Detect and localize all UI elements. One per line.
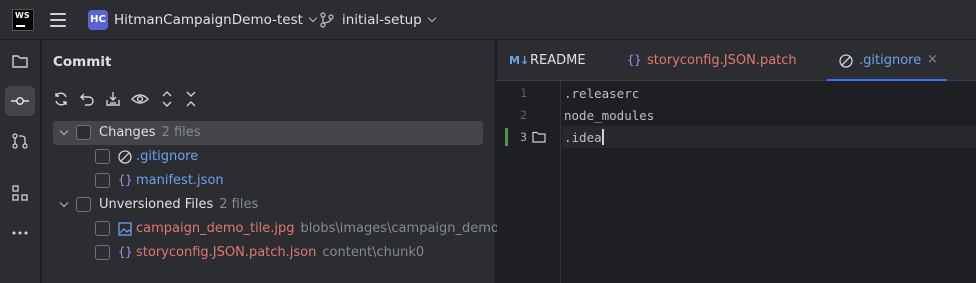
- project-name: HitmanCampaignDemo-test: [114, 12, 303, 28]
- line-number: 1: [520, 86, 527, 100]
- file-name: .gitignore: [136, 149, 199, 164]
- rollback-icon[interactable]: [79, 91, 95, 107]
- ignore-file-icon: [839, 54, 853, 68]
- eye-icon[interactable]: [131, 91, 149, 107]
- current-line-highlight: [562, 126, 976, 148]
- project-selector[interactable]: HitmanCampaignDemo-test: [114, 12, 318, 28]
- file-name: manifest.json: [136, 173, 224, 188]
- tab-storyconfig[interactable]: {} storyconfig.JSON.patch: [615, 40, 815, 81]
- file-path: blobs\images\campaign_demo: [300, 221, 499, 236]
- file-checkbox[interactable]: [95, 245, 110, 260]
- folder-icon: [12, 55, 28, 68]
- commit-panel: Commit Changes 2 files .gitignore {} man…: [42, 40, 499, 283]
- group-label: Unversioned Files: [99, 197, 214, 212]
- file-path: content\chunk0: [322, 245, 425, 260]
- file-row[interactable]: {} storyconfig.JSON.patch.json content\ch…: [53, 241, 525, 265]
- editor-tab-bar: M↓ README {} storyconfig.JSON.patch .git…: [497, 40, 976, 81]
- panel-title: Commit: [53, 54, 112, 70]
- refresh-icon[interactable]: [53, 91, 69, 107]
- line-number: 3: [520, 130, 527, 144]
- pull-requests-tool-button[interactable]: [5, 126, 35, 156]
- structure-tool-button[interactable]: [5, 178, 35, 208]
- file-count: 2 files: [161, 125, 201, 140]
- file-checkbox[interactable]: [95, 173, 110, 188]
- main-menu-button[interactable]: [50, 13, 66, 27]
- commit-tool-button[interactable]: [5, 86, 35, 116]
- collapse-all-icon[interactable]: [183, 91, 199, 107]
- shelve-icon[interactable]: [105, 91, 121, 107]
- json-icon: {}: [118, 245, 133, 259]
- branch-name: initial-setup: [342, 12, 422, 28]
- unversioned-checkbox[interactable]: [76, 197, 91, 212]
- code-line: .releaserc: [564, 86, 640, 101]
- image-icon: [118, 222, 132, 236]
- commit-icon: [11, 97, 29, 105]
- title-bar: WS HC HitmanCampaignDemo-test initial-se…: [0, 0, 976, 40]
- code-editor[interactable]: 1 2 3 .releaserc node_modules .idea: [497, 81, 976, 283]
- file-row[interactable]: campaign_demo_tile.jpg blobs\images\campa…: [53, 217, 525, 241]
- json-icon: {}: [118, 173, 133, 187]
- tool-window-bar: [0, 40, 41, 283]
- text-caret: [602, 129, 604, 145]
- group-label: Changes: [99, 125, 156, 140]
- chevron-down-icon: [427, 13, 437, 23]
- more-icon: [12, 231, 28, 235]
- tab-readme[interactable]: M↓ README: [497, 40, 603, 81]
- tab-label: .gitignore: [859, 53, 922, 68]
- file-row[interactable]: .gitignore: [53, 145, 525, 169]
- chevron-down-icon: [308, 13, 318, 23]
- file-row[interactable]: {} manifest.json: [53, 169, 525, 193]
- markdown-icon: M↓: [509, 54, 530, 67]
- json-icon: {}: [627, 53, 642, 67]
- project-badge[interactable]: HC: [88, 10, 108, 30]
- file-name: campaign_demo_tile.jpg: [136, 221, 295, 236]
- file-name: storyconfig.JSON.patch.json: [136, 245, 317, 260]
- structure-icon: [12, 185, 28, 201]
- file-count: 2 files: [219, 197, 259, 212]
- unversioned-group-row[interactable]: Unversioned Files 2 files: [53, 193, 525, 217]
- editor-gutter: 1 2 3: [497, 81, 561, 283]
- changes-checkbox[interactable]: [76, 125, 91, 140]
- chevron-down-icon[interactable]: [59, 126, 69, 136]
- file-checkbox[interactable]: [95, 149, 110, 164]
- expand-all-icon[interactable]: [159, 91, 175, 107]
- ignore-file-icon: [118, 150, 132, 164]
- close-tab-icon[interactable]: ×: [927, 52, 938, 67]
- folder-icon: [532, 131, 546, 143]
- branch-icon: [320, 12, 334, 28]
- tab-gitignore[interactable]: .gitignore ×: [827, 40, 947, 81]
- tab-label: storyconfig.JSON.patch: [647, 53, 797, 68]
- file-checkbox[interactable]: [95, 221, 110, 236]
- code-line: .idea: [564, 130, 602, 145]
- changes-group-row[interactable]: Changes 2 files: [53, 121, 483, 145]
- line-number: 2: [520, 108, 527, 122]
- chevron-down-icon[interactable]: [59, 198, 69, 208]
- branch-selector[interactable]: initial-setup: [342, 12, 437, 28]
- pull-requests-icon: [12, 133, 28, 149]
- project-tool-button[interactable]: [5, 46, 35, 76]
- code-line: node_modules: [564, 108, 655, 123]
- webstorm-logo-icon[interactable]: WS: [12, 9, 34, 31]
- tab-label: README: [530, 53, 586, 68]
- more-tools-button[interactable]: [5, 218, 35, 248]
